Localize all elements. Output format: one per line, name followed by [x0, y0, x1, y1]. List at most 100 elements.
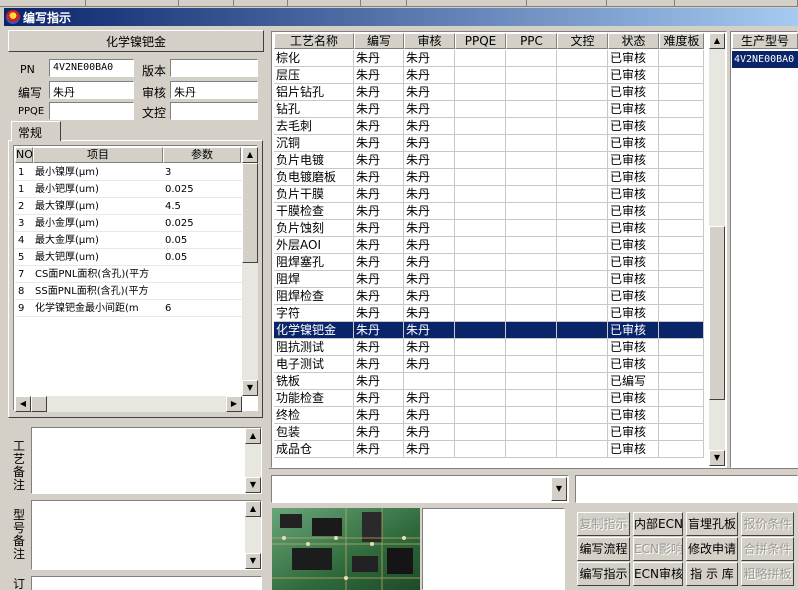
params-row[interactable]: 4 最大金厚(μm) 0.05: [15, 232, 242, 249]
process-cell-doc-control: [557, 101, 608, 118]
process-header-status[interactable]: 状态: [608, 33, 659, 49]
ppqe-field[interactable]: [49, 102, 134, 120]
scroll-up-icon[interactable]: ▲: [245, 501, 261, 517]
action-button[interactable]: 编写指示: [577, 562, 630, 586]
process-cell-process-name: 层压: [274, 67, 354, 84]
tab-general[interactable]: 常规: [11, 121, 61, 141]
model-list-header[interactable]: 生产型号: [732, 33, 798, 49]
combo-box-left[interactable]: ▼: [271, 475, 569, 503]
model-note-textarea[interactable]: ▲ ▼: [31, 500, 262, 570]
process-cell-reviewer: 朱丹: [404, 339, 455, 356]
scroll-up-icon[interactable]: ▲: [709, 33, 725, 49]
scroll-thumb[interactable]: [242, 163, 258, 263]
params-cell-item: CS面PNL面积(含孔)(平方: [35, 269, 150, 280]
process-cell-difficulty: [659, 169, 704, 186]
top-toolbar-strip: [0, 0, 798, 7]
note-scrollbar[interactable]: ▲ ▼: [245, 501, 261, 569]
process-header-writer[interactable]: 编写: [354, 33, 404, 49]
params-row[interactable]: 5 最大钯厚(um) 0.05: [15, 249, 242, 266]
params-header-item[interactable]: 项目: [33, 147, 163, 163]
process-note-textarea[interactable]: ▲ ▼: [31, 427, 262, 494]
process-header-difficulty[interactable]: 难度板: [659, 33, 704, 49]
params-row[interactable]: 2 最大镍厚(μm) 4.5: [15, 198, 242, 215]
process-cell-ppqe: [455, 84, 506, 101]
scroll-down-icon[interactable]: ▼: [242, 380, 258, 396]
scroll-thumb[interactable]: [31, 396, 47, 412]
process-header-doc-control[interactable]: 文控: [557, 33, 608, 49]
scroll-up-icon[interactable]: ▲: [245, 428, 261, 444]
process-cell-difficulty: [659, 441, 704, 458]
process-vertical-scrollbar[interactable]: ▲ ▼: [709, 33, 725, 466]
window-titlebar[interactable]: 编写指示: [4, 8, 798, 26]
process-cell-doc-control: [557, 390, 608, 407]
params-row[interactable]: 9 化学镍钯金最小间距(m 6: [15, 300, 242, 317]
params-row[interactable]: 7 CS面PNL面积(含孔)(平方: [15, 266, 242, 283]
production-model-list[interactable]: 生产型号 4V2NE00BA0: [730, 31, 798, 468]
scroll-down-icon[interactable]: ▼: [245, 477, 261, 493]
model-list-item[interactable]: 4V2NE00BA0: [732, 51, 798, 68]
params-horizontal-scrollbar[interactable]: ◀ ▶: [15, 396, 242, 412]
process-cell-process-name: 负片干膜: [274, 186, 354, 203]
scroll-thumb[interactable]: [709, 226, 725, 400]
process-cell-ppqe: [455, 339, 506, 356]
version-field[interactable]: [170, 59, 258, 77]
process-cell-writer: 朱丹: [354, 152, 404, 169]
params-grid[interactable]: NO 项目 参数 1 最小镍厚(μm) 3 1 最小钯厚(um) 0.025 2 最大镍厚(μ…: [13, 145, 258, 412]
process-cell-status: 已审核: [608, 339, 659, 356]
process-cell-reviewer: 朱丹: [404, 118, 455, 135]
scroll-left-icon[interactable]: ◀: [15, 396, 31, 412]
action-button[interactable]: 报价条件: [741, 512, 794, 536]
process-cell-process-name: 阻焊检查: [274, 288, 354, 305]
params-row[interactable]: 1 最小钯厚(um) 0.025: [15, 181, 242, 198]
process-table[interactable]: 工艺名称 编写 审核 PPQE PPC 文控 状态 难度板 棕化 朱丹 朱丹 已审核 层压 朱丹 朱丹 已审…: [271, 31, 727, 468]
params-header-no[interactable]: NO: [15, 147, 33, 163]
process-cell-difficulty: [659, 135, 704, 152]
process-cell-process-name: 干膜检查: [274, 203, 354, 220]
scroll-down-icon[interactable]: ▼: [709, 450, 725, 466]
pcb-photo: [272, 508, 420, 590]
params-row[interactable]: 8 SS面PNL面积(含孔)(平方: [15, 283, 242, 300]
params-vertical-scrollbar[interactable]: ▲ ▼: [242, 147, 258, 396]
process-cell-ppc: [506, 305, 557, 322]
process-cell-ppqe: [455, 118, 506, 135]
action-button[interactable]: 内部ECN: [633, 512, 683, 536]
process-cell-doc-control: [557, 84, 608, 101]
scroll-down-icon[interactable]: ▼: [245, 553, 261, 569]
params-cell-item: 化学镍钯金最小间距(m: [35, 303, 139, 314]
writer-field[interactable]: 朱丹: [49, 81, 134, 99]
chevron-down-icon[interactable]: ▼: [551, 477, 567, 501]
action-button[interactable]: 复制指示: [577, 512, 630, 536]
process-cell-process-name: 铝片钻孔: [274, 84, 354, 101]
process-header-process-name[interactable]: 工艺名称: [274, 33, 354, 49]
reviewer-field[interactable]: 朱丹: [170, 81, 258, 99]
action-button[interactable]: 编写流程: [577, 537, 630, 561]
params-row[interactable]: 3 最小金厚(μm) 0.025: [15, 215, 242, 232]
process-cell-ppqe: [455, 288, 506, 305]
pn-field[interactable]: 4V2NE00BA0: [49, 59, 134, 77]
process-cell-writer: 朱丹: [354, 390, 404, 407]
order-note-textarea[interactable]: [31, 576, 262, 590]
scroll-right-icon[interactable]: ▶: [226, 396, 242, 412]
note-scrollbar[interactable]: ▲ ▼: [245, 428, 261, 493]
combo-box-right[interactable]: [575, 475, 798, 503]
process-header-ppc[interactable]: PPC: [506, 33, 557, 49]
process-header-reviewer[interactable]: 审核: [404, 33, 455, 49]
scroll-up-icon[interactable]: ▲: [242, 147, 258, 163]
params-header-value[interactable]: 参数: [163, 147, 241, 163]
action-button[interactable]: 盲埋孔板: [686, 512, 738, 536]
action-button[interactable]: 修改申请: [686, 537, 738, 561]
action-button[interactable]: ECN审核: [633, 562, 683, 586]
document-control-field[interactable]: [170, 102, 258, 120]
action-button[interactable]: 合拼条件: [741, 537, 794, 561]
action-button[interactable]: ECN影响: [633, 537, 683, 561]
process-header-ppqe[interactable]: PPQE: [455, 33, 506, 49]
process-cell-status: 已审核: [608, 67, 659, 84]
action-button[interactable]: 粗略拼板: [741, 562, 794, 586]
process-cell-ppc: [506, 322, 557, 339]
splitter[interactable]: [269, 468, 798, 470]
action-button[interactable]: 指 示 库: [686, 562, 738, 586]
params-row[interactable]: 1 最小镍厚(μm) 3: [15, 164, 242, 181]
process-cell-writer: 朱丹: [354, 118, 404, 135]
process-cell-doc-control: [557, 152, 608, 169]
process-cell-status: 已审核: [608, 152, 659, 169]
